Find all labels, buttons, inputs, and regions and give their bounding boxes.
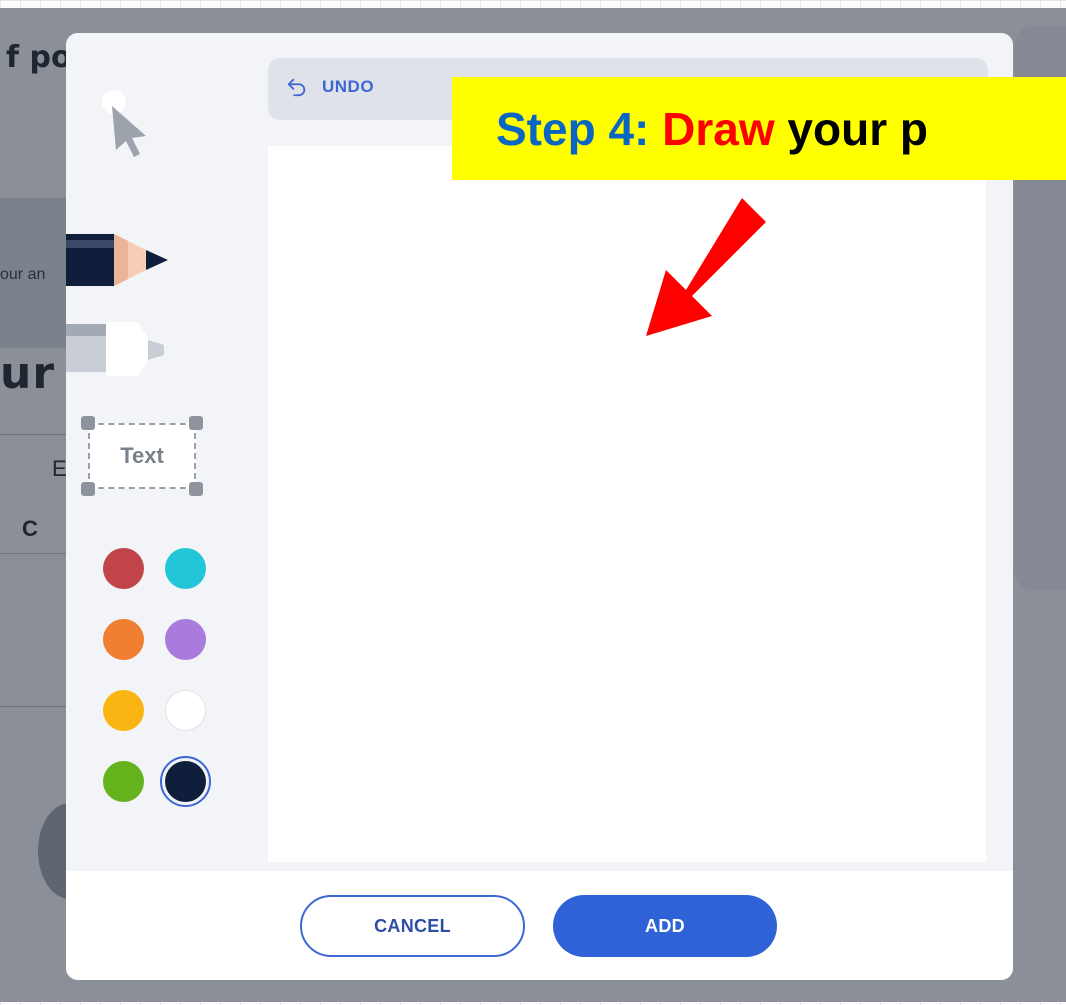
- marker-tool[interactable]: [66, 318, 176, 378]
- cursor-arrow-icon: [102, 90, 146, 157]
- resize-handle: [189, 482, 203, 496]
- background-answer-field: our an: [0, 266, 46, 283]
- background-table-cell: C: [22, 516, 38, 541]
- pointer-tool[interactable]: [96, 88, 156, 163]
- background-divider: [0, 706, 70, 707]
- undo-button[interactable]: UNDO: [286, 76, 374, 98]
- step-rest: your p: [787, 102, 928, 155]
- tutorial-step-banner: Step 4: Draw your p: [452, 77, 1066, 180]
- pencil-icon: [66, 234, 168, 286]
- color-swatch-yellow[interactable]: [103, 690, 144, 731]
- modal-footer: CANCEL ADD: [66, 871, 1013, 980]
- text-tool[interactable]: Text: [81, 416, 203, 496]
- background-table-cell: E: [52, 456, 67, 481]
- tool-panel: Text: [66, 33, 268, 871]
- resize-handle: [81, 416, 95, 430]
- text-tool-label: Text: [120, 443, 164, 468]
- red-arrow-icon: [646, 198, 766, 336]
- resize-handle: [81, 482, 95, 496]
- color-swatch-red[interactable]: [103, 548, 144, 589]
- color-swatch-orange[interactable]: [103, 619, 144, 660]
- step-action: Draw: [662, 102, 775, 155]
- color-swatch-navy[interactable]: [160, 756, 211, 807]
- add-button[interactable]: ADD: [553, 895, 777, 957]
- undo-label: UNDO: [322, 77, 375, 96]
- step-number: Step 4:: [496, 102, 650, 155]
- color-swatch-purple[interactable]: [165, 619, 206, 660]
- resize-handle: [189, 416, 203, 430]
- drawing-canvas[interactable]: [268, 146, 986, 862]
- color-swatch-white[interactable]: [165, 690, 206, 731]
- color-swatch-green[interactable]: [103, 761, 144, 802]
- pencil-tool[interactable]: [66, 228, 176, 288]
- undo-icon: [287, 78, 306, 97]
- marker-icon: [66, 322, 164, 376]
- color-swatch-cyan[interactable]: [165, 548, 206, 589]
- cancel-button[interactable]: CANCEL: [300, 895, 525, 957]
